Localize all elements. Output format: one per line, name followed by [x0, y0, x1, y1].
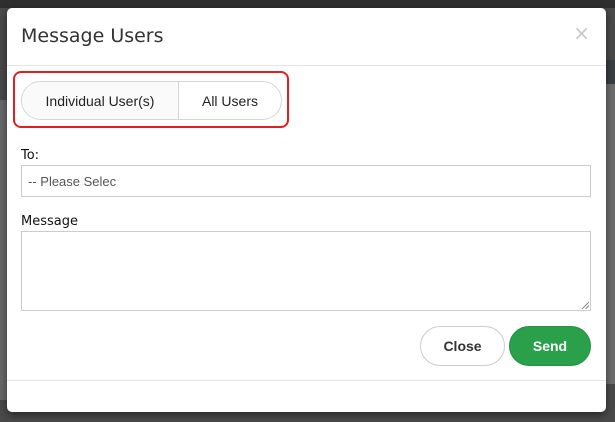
modal-header: Message Users × [7, 8, 606, 66]
footer-divider [7, 380, 606, 381]
message-users-modal: Message Users × Individual User(s) All U… [7, 8, 606, 412]
send-button[interactable]: Send [509, 326, 591, 366]
all-users-toggle[interactable]: All Users [179, 82, 281, 119]
to-label: To: [21, 148, 40, 163]
recipient-select-placeholder: -- Please Selec [28, 173, 117, 189]
recipient-toggle-group: Individual User(s) All Users [21, 81, 282, 120]
close-button[interactable]: Close [420, 326, 505, 366]
individual-users-toggle[interactable]: Individual User(s) [22, 82, 179, 119]
resize-grip-icon[interactable] [581, 301, 589, 309]
modal-title: Message Users [21, 25, 164, 47]
backdrop-right-strip [605, 84, 615, 384]
message-label: Message [21, 214, 78, 229]
close-icon[interactable]: × [573, 23, 590, 43]
message-textarea[interactable] [21, 231, 591, 311]
recipient-select[interactable]: -- Please Selec [21, 165, 591, 197]
backdrop-left-strip [0, 100, 7, 400]
backdrop-top-bar [0, 0, 615, 8]
